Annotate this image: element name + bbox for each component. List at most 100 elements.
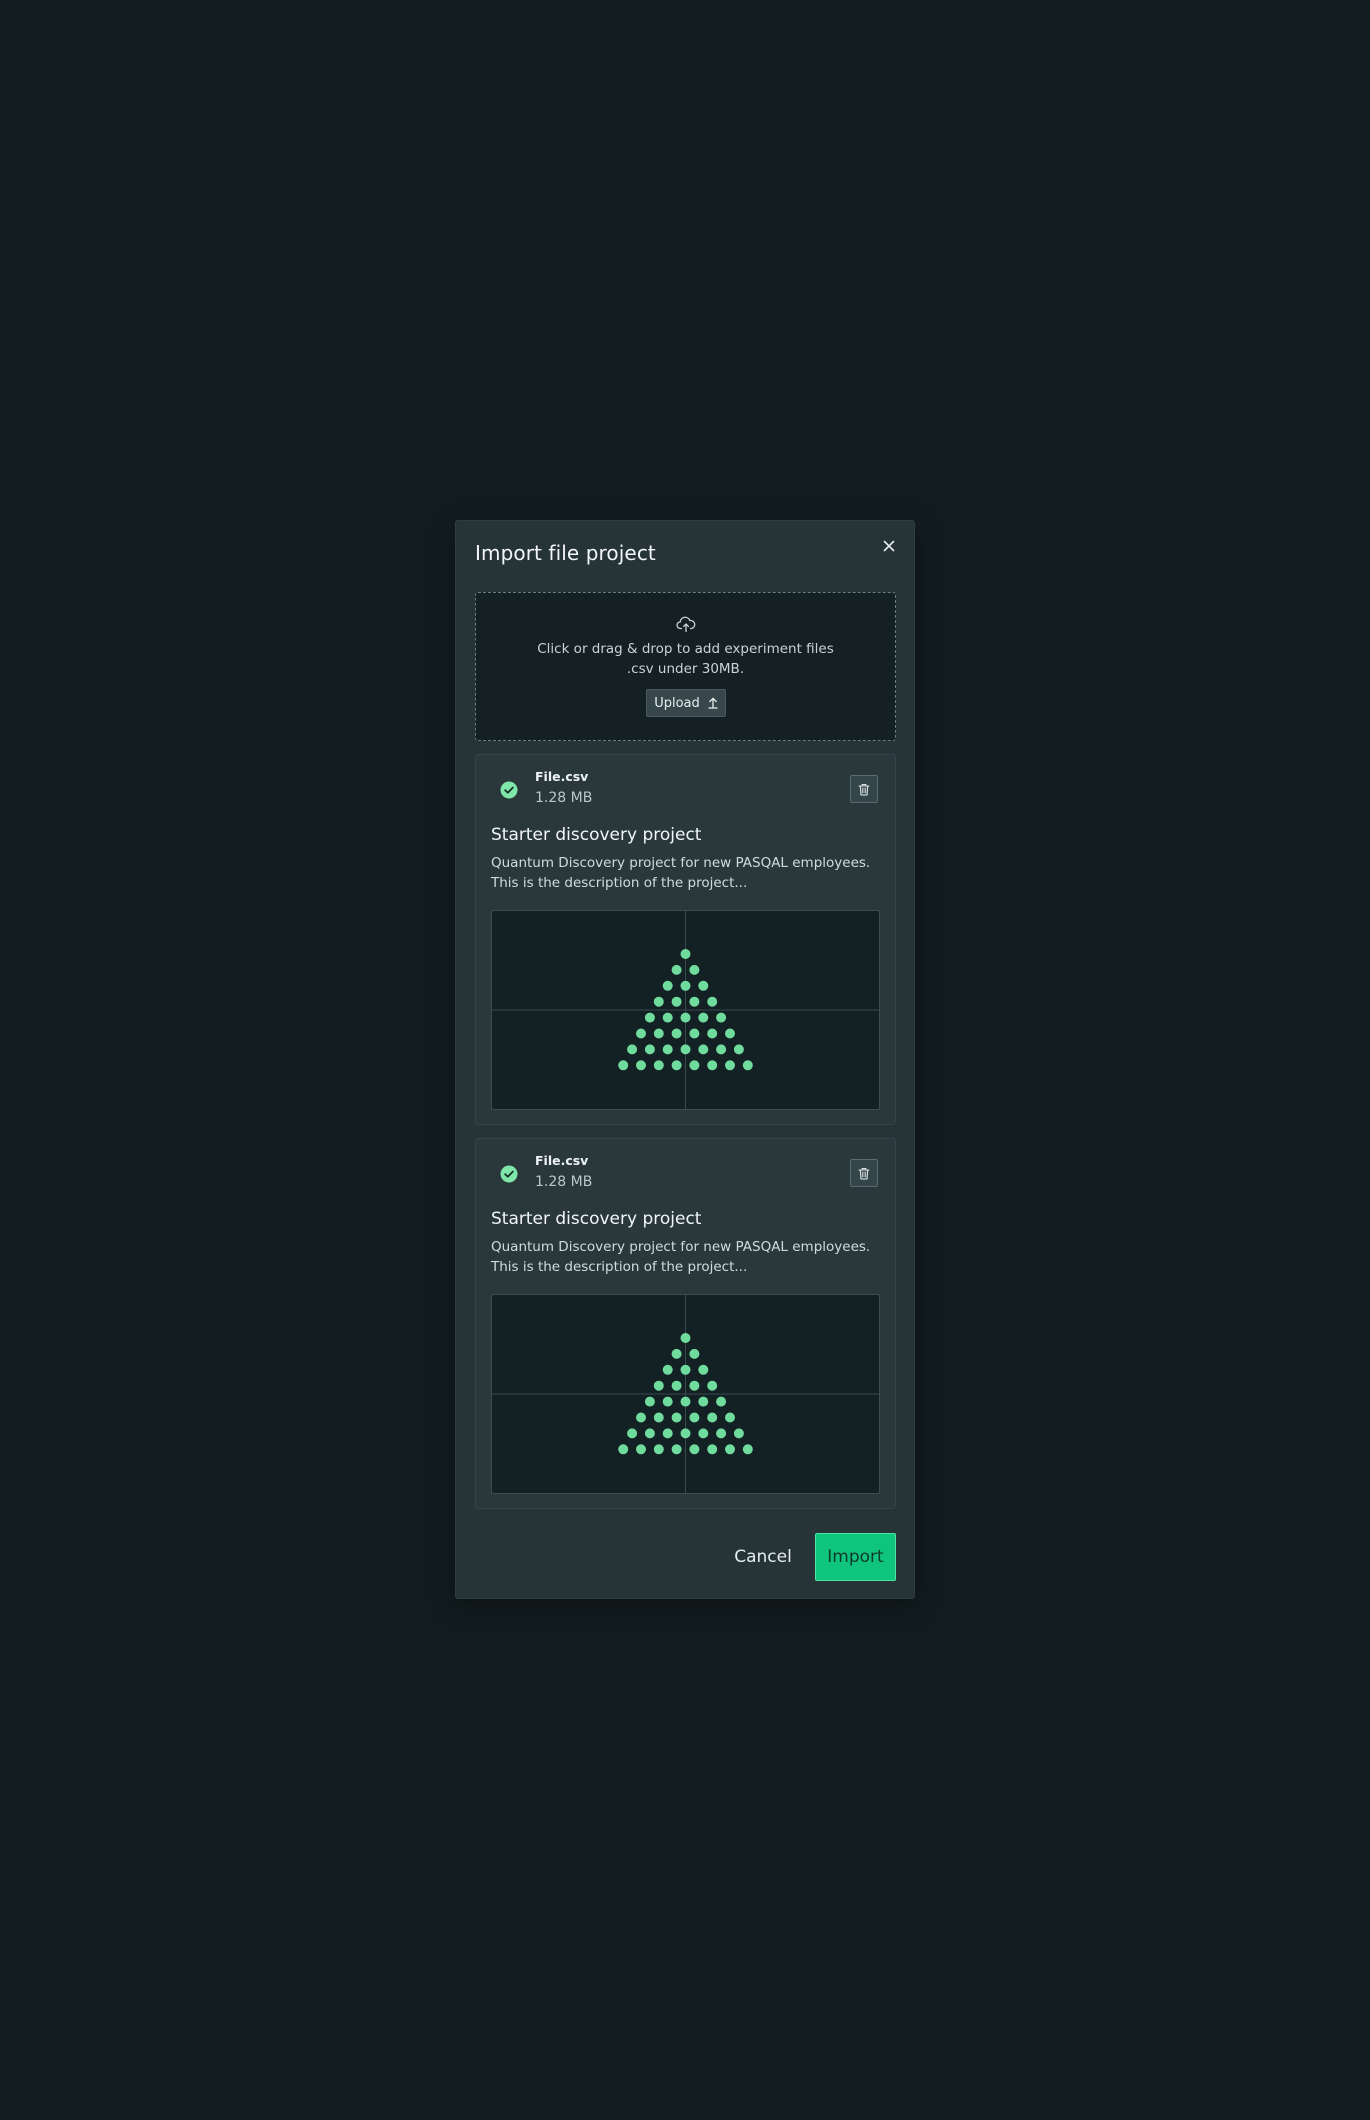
atom-point — [627, 1044, 638, 1055]
atom-point — [733, 1428, 744, 1439]
import-button[interactable]: Import — [815, 1533, 896, 1581]
atom-point — [680, 1396, 691, 1407]
atom-point — [680, 1012, 691, 1023]
atom-point — [653, 1060, 664, 1071]
atom-point — [716, 1012, 727, 1023]
atom-point — [662, 1044, 673, 1055]
file-card: File.csv 1.28 MB Starter discovery proje… — [475, 754, 896, 1125]
cancel-button[interactable]: Cancel — [726, 1533, 800, 1581]
atom-point — [698, 1012, 709, 1023]
atom-point — [636, 1412, 646, 1423]
upload-button-label: Upload — [654, 695, 700, 711]
atom-point — [644, 1012, 655, 1023]
trash-icon — [858, 1167, 870, 1180]
atom-register-plot — [492, 911, 879, 1109]
atom-point — [636, 1444, 646, 1455]
atom-point — [725, 1412, 735, 1423]
atom-point — [653, 1380, 664, 1391]
atom-point — [671, 964, 682, 975]
cloud-upload-icon — [676, 616, 696, 633]
atom-point — [671, 1380, 682, 1391]
atom-point — [707, 1412, 718, 1423]
file-name: File.csv — [535, 769, 589, 784]
atom-point — [680, 1044, 691, 1055]
atom-point — [707, 996, 718, 1007]
atom-point — [707, 1444, 718, 1455]
atom-point — [653, 1028, 664, 1039]
dropzone-instructions: Click or drag & drop to add experiment f… — [537, 641, 834, 657]
project-description: Quantum Discovery project for new PASQAL… — [491, 855, 871, 891]
atom-point — [725, 1060, 735, 1071]
atom-point — [742, 1060, 753, 1071]
atom-point — [644, 1428, 655, 1439]
delete-file-button[interactable] — [850, 775, 878, 803]
import-file-project-modal: Import file project Click or drag & drop… — [455, 520, 915, 1599]
atom-point — [671, 1444, 682, 1455]
modal-title: Import file project — [475, 541, 656, 565]
atom-point — [644, 1044, 655, 1055]
atom-point — [716, 1396, 727, 1407]
atom-point — [671, 1028, 682, 1039]
atom-point — [725, 1444, 735, 1455]
atom-point — [716, 1044, 727, 1055]
page-backdrop: Import file project Click or drag & drop… — [0, 0, 1370, 2120]
atom-point — [653, 996, 664, 1007]
atom-point — [671, 1060, 682, 1071]
arrow-up-icon — [708, 697, 718, 709]
project-title: Starter discovery project — [491, 825, 702, 845]
atom-point — [698, 1364, 709, 1375]
atom-point — [707, 1028, 718, 1039]
atom-point — [680, 980, 691, 991]
atom-point — [689, 1348, 700, 1359]
atom-point — [671, 1412, 682, 1423]
file-card: File.csv 1.28 MB Starter discovery proje… — [475, 1138, 896, 1509]
file-size: 1.28 MB — [535, 790, 593, 806]
atom-point — [680, 1364, 691, 1375]
file-size: 1.28 MB — [535, 1174, 593, 1190]
atom-point — [689, 996, 700, 1007]
atom-point — [680, 949, 691, 959]
atom-point — [698, 980, 709, 991]
atom-point — [671, 996, 682, 1007]
atom-point — [680, 1333, 691, 1343]
file-dropzone[interactable]: Click or drag & drop to add experiment f… — [475, 592, 896, 741]
project-description: Quantum Discovery project for new PASQAL… — [491, 1239, 871, 1275]
atom-register-preview — [491, 910, 880, 1110]
atom-point — [742, 1444, 753, 1455]
atom-point — [636, 1060, 646, 1071]
atom-point — [689, 1412, 700, 1423]
dropzone-file-constraints: .csv under 30MB. — [626, 661, 745, 677]
atom-point — [707, 1380, 718, 1391]
atom-point — [698, 1428, 709, 1439]
atom-register-plot — [492, 1295, 879, 1493]
atom-point — [662, 1012, 673, 1023]
atom-point — [653, 1412, 664, 1423]
atom-point — [671, 1348, 682, 1359]
atom-point — [662, 980, 673, 991]
atom-point — [733, 1044, 744, 1055]
trash-icon — [858, 783, 870, 796]
close-button[interactable] — [876, 533, 902, 559]
upload-button[interactable]: Upload — [646, 689, 726, 717]
atom-point — [618, 1444, 629, 1455]
atom-point — [662, 1428, 673, 1439]
atom-point — [698, 1396, 709, 1407]
atom-point — [636, 1028, 646, 1039]
atom-point — [707, 1060, 718, 1071]
atom-point — [662, 1396, 673, 1407]
project-title: Starter discovery project — [491, 1209, 702, 1229]
atom-point — [689, 1028, 700, 1039]
atom-point — [627, 1428, 638, 1439]
delete-file-button[interactable] — [850, 1159, 878, 1187]
atom-point — [689, 1444, 700, 1455]
check-circle-icon — [500, 1165, 518, 1183]
atom-point — [644, 1396, 655, 1407]
atom-point — [725, 1028, 735, 1039]
atom-point — [716, 1428, 727, 1439]
atom-point — [662, 1364, 673, 1375]
atom-point — [689, 1060, 700, 1071]
atom-point — [698, 1044, 709, 1055]
atom-register-preview — [491, 1294, 880, 1494]
atom-point — [689, 964, 700, 975]
atom-point — [653, 1444, 664, 1455]
